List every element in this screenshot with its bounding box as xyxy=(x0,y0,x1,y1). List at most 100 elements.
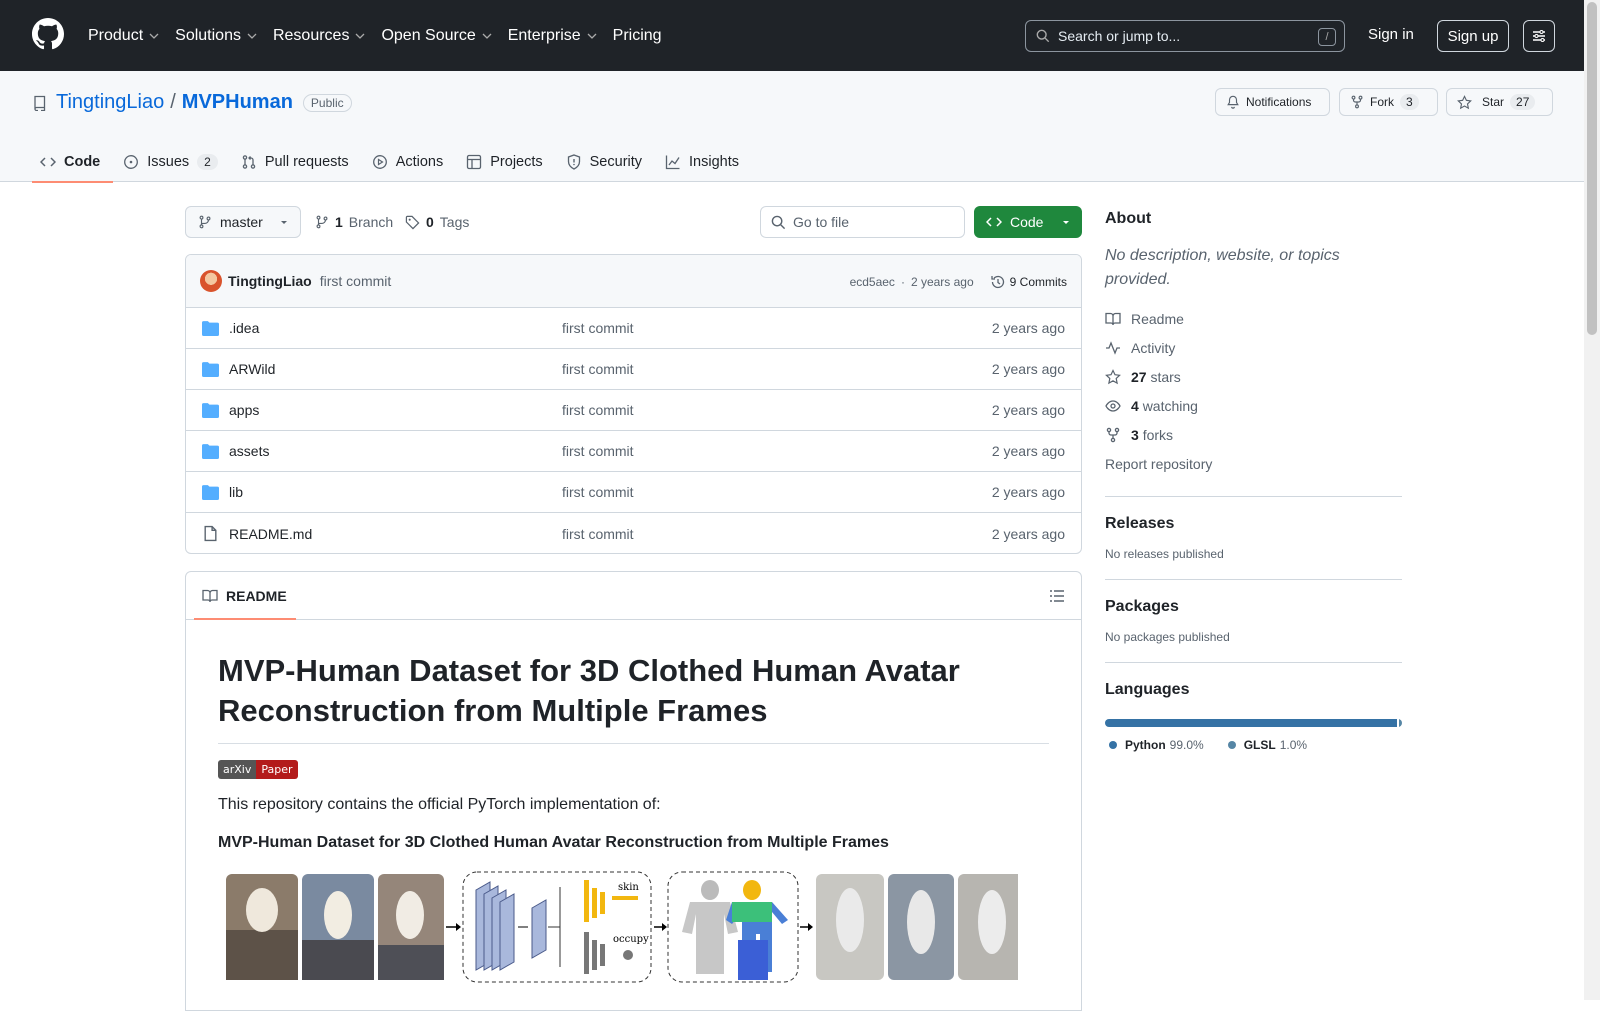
avatar[interactable] xyxy=(200,270,222,292)
releases-text: No releases published xyxy=(1105,547,1224,561)
table-row[interactable]: apps first commit 2 years ago xyxy=(186,390,1081,431)
file-name-link[interactable]: assets xyxy=(229,443,562,459)
watchers-link[interactable]: 4 watching xyxy=(1105,391,1402,420)
tab-pull-requests[interactable]: Pull requests xyxy=(233,141,362,182)
code-dropdown-button[interactable]: Code xyxy=(974,206,1082,238)
activity-link[interactable]: Activity xyxy=(1105,333,1402,362)
file-commit-message[interactable]: first commit xyxy=(562,443,634,459)
commit-author-link[interactable]: TingtingLiao xyxy=(228,273,312,289)
notifications-label: Notifications xyxy=(1246,95,1312,109)
search-input[interactable]: Search or jump to... / xyxy=(1025,20,1345,52)
packages-title[interactable]: Packages xyxy=(1105,598,1402,616)
watching-label: watching xyxy=(1142,397,1198,414)
nav-product[interactable]: Product xyxy=(88,27,159,45)
pull-request-icon xyxy=(242,154,256,169)
language-name: Python xyxy=(1125,738,1166,752)
about-sidebar: About No description, website, or topics… xyxy=(1105,210,1402,752)
table-row[interactable]: lib first commit 2 years ago xyxy=(186,472,1081,513)
folder-icon xyxy=(202,484,219,500)
languages-title: Languages xyxy=(1105,681,1190,698)
readme-tab[interactable]: README xyxy=(226,588,287,604)
commit-history-link[interactable]: 9 Commits xyxy=(990,274,1067,290)
nav-resources[interactable]: Resources xyxy=(273,27,365,45)
github-logo-icon[interactable] xyxy=(32,18,64,50)
search-icon xyxy=(1036,29,1050,43)
repo-owner-link[interactable]: TingtingLiao xyxy=(56,91,164,114)
about-description: No description, website, or topics provi… xyxy=(1105,247,1340,288)
tab-projects[interactable]: Projects xyxy=(458,141,555,182)
scrollbar[interactable] xyxy=(1584,0,1600,1000)
table-row[interactable]: ARWild first commit 2 years ago xyxy=(186,349,1081,390)
language-item-glsl[interactable]: GLSL 1.0% xyxy=(1227,738,1307,752)
sign-up-button[interactable]: Sign up xyxy=(1437,20,1509,52)
tab-security[interactable]: Security xyxy=(558,141,655,182)
releases-title[interactable]: Releases xyxy=(1105,515,1402,533)
file-name-link[interactable]: .idea xyxy=(229,320,562,336)
nav-label: Open Source xyxy=(381,26,476,44)
chevron-down-icon xyxy=(247,33,257,39)
commit-count: 9 Commits xyxy=(1009,274,1067,289)
go-to-file-input[interactable]: Go to file xyxy=(760,206,965,238)
command-palette-button[interactable] xyxy=(1523,20,1555,52)
star-label: Star xyxy=(1482,95,1505,109)
repo-title: TingtingLiao / MVPHuman Public xyxy=(32,91,352,114)
table-row[interactable]: README.md first commit 2 years ago xyxy=(186,513,1081,553)
commit-hash-link[interactable]: ecd5aec xyxy=(850,275,895,289)
file-date: 2 years ago xyxy=(991,320,1065,336)
language-dot xyxy=(1109,741,1117,749)
folder-icon xyxy=(202,361,219,377)
repo-name-link[interactable]: MVPHuman xyxy=(182,91,293,114)
notifications-button[interactable]: Notifications xyxy=(1215,88,1330,116)
repo-separator: / xyxy=(170,91,176,113)
file-name-link[interactable]: apps xyxy=(229,402,562,418)
list-icon[interactable] xyxy=(1049,588,1065,604)
figure-label-occupy: occupy xyxy=(613,934,649,945)
readme-tab-underline xyxy=(194,618,296,620)
fork-button[interactable]: Fork 3 xyxy=(1339,88,1438,116)
go-to-file-placeholder: Go to file xyxy=(793,214,850,230)
code-icon xyxy=(986,217,1002,227)
file-commit-message[interactable]: first commit xyxy=(562,361,634,377)
tab-label: Issues xyxy=(147,153,190,170)
tab-code[interactable]: Code xyxy=(32,141,114,183)
tab-issues[interactable]: Issues 2 xyxy=(115,141,231,182)
about-title: About xyxy=(1105,210,1152,227)
repo-tabs: Code Issues 2 Pull requests Actions Proj… xyxy=(32,141,754,183)
graph-icon xyxy=(665,155,680,169)
readme-link-label: Readme xyxy=(1131,310,1184,327)
file-name-link[interactable]: ARWild xyxy=(229,361,562,377)
star-button[interactable]: Star 27 xyxy=(1446,88,1553,116)
tab-actions[interactable]: Actions xyxy=(364,141,457,182)
nav-solutions[interactable]: Solutions xyxy=(175,27,257,45)
file-commit-message[interactable]: first commit xyxy=(562,526,634,542)
branch-count: 1 xyxy=(335,214,343,230)
language-item-python[interactable]: Python 99.0% xyxy=(1109,738,1204,752)
file-name-link[interactable]: lib xyxy=(229,484,562,500)
shield-icon xyxy=(567,153,580,170)
nav-label: Solutions xyxy=(175,26,241,44)
sign-in-link[interactable]: Sign in xyxy=(1368,26,1414,43)
branch-select-button[interactable]: master xyxy=(185,206,301,238)
star-icon xyxy=(1457,94,1472,109)
table-row[interactable]: .idea first commit 2 years ago xyxy=(186,308,1081,349)
file-commit-message[interactable]: first commit xyxy=(562,484,634,500)
file-commit-message[interactable]: first commit xyxy=(562,402,634,418)
nav-pricing[interactable]: Pricing xyxy=(613,27,662,45)
scrollbar-thumb[interactable] xyxy=(1587,2,1597,335)
report-repository-link[interactable]: Report repository xyxy=(1105,449,1402,478)
readme-link[interactable]: Readme xyxy=(1105,304,1402,333)
branches-link[interactable]: 1 Branch xyxy=(315,214,393,230)
commit-message-link[interactable]: first commit xyxy=(320,273,392,289)
file-commit-message[interactable]: first commit xyxy=(562,320,634,336)
nav-enterprise[interactable]: Enterprise xyxy=(508,27,597,45)
tab-insights[interactable]: Insights xyxy=(657,141,752,182)
nav-open-source[interactable]: Open Source xyxy=(381,26,492,45)
file-name-link[interactable]: README.md xyxy=(229,526,562,542)
repo-header: TingtingLiao / MVPHuman Public Notificat… xyxy=(0,71,1584,183)
tags-link[interactable]: 0 Tags xyxy=(405,214,469,230)
branch-icon xyxy=(316,215,328,229)
arxiv-badge[interactable]: arXiv Paper xyxy=(218,760,298,779)
stars-link[interactable]: 27 stars xyxy=(1105,362,1402,391)
table-row[interactable]: assets first commit 2 years ago xyxy=(186,431,1081,472)
forks-link[interactable]: 3 forks xyxy=(1105,420,1402,449)
